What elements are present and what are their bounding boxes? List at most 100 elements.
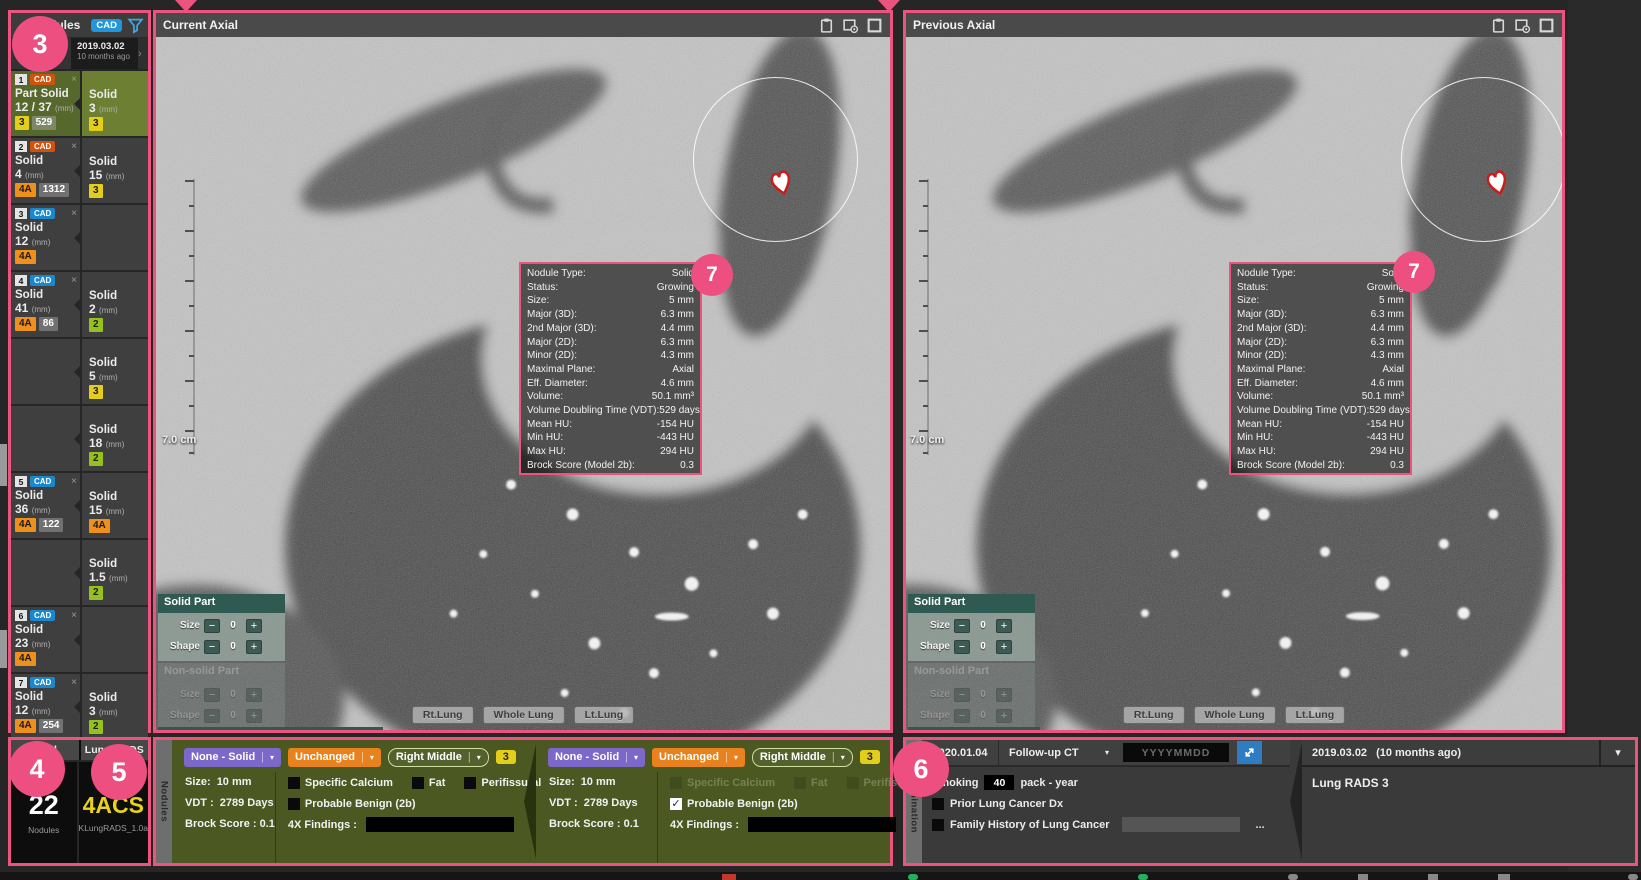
ct-image-canvas[interactable]: 7.0 cm Nodule Type:Solid Status:Growing … [906,37,1562,730]
date-input[interactable]: YYYYMMDD [1123,743,1229,762]
shape-minus-button[interactable]: − [954,640,970,654]
previous-study-date[interactable]: 2019.03.02 10 months ago [71,38,138,69]
nodule-current-cell-empty[interactable] [11,406,80,471]
close-icon[interactable]: × [71,678,77,688]
size-plus-button[interactable]: + [246,619,262,633]
nodule-current-cell-empty[interactable] [11,540,80,605]
size-plus-button[interactable]: + [996,619,1012,633]
nodule-row-9[interactable]: 6CAD× Solid 23 (mm) 4A [11,607,148,674]
probable-benign-checkbox[interactable]: ✓ [670,798,682,810]
expand-button[interactable] [1237,741,1262,764]
nodule-previous-cell[interactable]: Solid 15 (mm) 4A [82,473,148,538]
chevron-down-icon[interactable]: ▾ [1599,740,1635,765]
score-badge: 4A [15,652,36,666]
nodule-status-dropdown[interactable]: Unchanged|▾ [288,748,381,767]
specific-calcium-checkbox[interactable] [288,777,300,789]
close-icon[interactable]: × [71,477,77,487]
nodule-row-2[interactable]: 2CAD× Solid 4 (mm) 4A1312 Solid 15 (mm) … [11,138,148,205]
nodule-previous-cell[interactable]: Solid 15 (mm) 3 [82,138,148,203]
nodule-previous-cell[interactable]: Solid 1.5 (mm) 2 [82,540,148,605]
nodule-type-dropdown[interactable]: None - Solid|▾ [548,748,645,767]
previous-exam-header[interactable]: 2019.03.02 (10 months ago) ▾ [1302,740,1635,767]
nodule-current-cell[interactable]: 7CAD× Solid 12 (mm) 4A254 [11,674,80,739]
nodule-current-cell[interactable]: 4CAD× Solid 41 (mm) 4A86 [11,272,80,337]
family-history-checkbox[interactable] [932,819,944,831]
probable-benign-checkbox[interactable] [288,798,300,810]
nodule-row-6[interactable]: Solid 18 (mm) 2 [11,406,148,473]
nodule-current-cell[interactable]: 5CAD× Solid 36 (mm) 4A122 [11,473,80,538]
prior-lung-cancer-checkbox[interactable] [932,798,944,810]
capture-settings-icon[interactable] [842,17,859,34]
nodule-previous-cell[interactable]: Solid 3 (mm) 2 [82,674,148,739]
capture-settings-icon[interactable] [1514,17,1531,34]
ct-image-canvas[interactable]: 7.0 cm Nodule Type:Solid Status:Growing … [156,37,890,730]
nodule-row-4[interactable]: 4CAD× Solid 41 (mm) 4A86 Solid 2 (mm) 2 [11,272,148,339]
nodule-current-cell-empty[interactable] [11,339,80,404]
close-icon[interactable]: × [71,611,77,621]
score-badge: 4A [15,317,36,331]
nodule-row-3[interactable]: 3CAD× Solid 12 (mm) 4A [11,205,148,272]
rt-lung-button[interactable]: Rt.Lung [412,706,474,724]
family-history-input[interactable] [1122,817,1240,832]
tab-nodules[interactable]: Nodules [156,740,172,863]
nodule-marker-icon[interactable] [1484,167,1510,199]
nodule-location-dropdown[interactable]: Right Middle|▾ [752,748,853,767]
nodule-status-dropdown[interactable]: Unchanged|▾ [652,748,745,767]
chevron-right-icon[interactable]: › [138,38,148,69]
size-minus-button[interactable]: − [204,619,220,633]
nodule-current-cell[interactable]: 6CAD× Solid 23 (mm) 4A [11,607,80,672]
nodule-row-8[interactable]: Solid 1.5 (mm) 2 [11,540,148,607]
shape-minus-button[interactable]: − [204,640,220,654]
findings-input[interactable] [366,817,514,832]
rt-lung-button[interactable]: Rt.Lung [1123,706,1185,724]
nodule-row-7[interactable]: 5CAD× Solid 36 (mm) 4A122 Solid 15 (mm) … [11,473,148,540]
nodule-current-cell[interactable]: 3CAD× Solid 12 (mm) 4A [11,205,80,270]
nodule-stats: Size:10 mm VDT :2789 Days Brock Score : … [172,772,276,863]
whole-lung-button[interactable]: Whole Lung [483,706,565,724]
filter-icon[interactable] [127,17,144,34]
nodule-number: 7 [15,677,27,688]
report-copy-icon[interactable] [1490,17,1507,34]
size-minus-button: − [954,688,970,702]
remove-vessel-toggle[interactable]: Remove Vessel [908,727,1040,730]
nodule-row-5[interactable]: Solid 5 (mm) 3 [11,339,148,406]
maximize-icon[interactable] [866,17,883,34]
lt-lung-button[interactable]: Lt.Lung [1285,706,1345,724]
more-button[interactable]: ... [1256,819,1265,831]
nodule-location-dropdown[interactable]: Right Middle|▾ [388,748,489,767]
nodule-previous-cell[interactable]: Solid 18 (mm) 2 [82,406,148,471]
shape-plus-button[interactable]: + [246,640,262,654]
report-copy-icon[interactable] [818,17,835,34]
size-minus-button[interactable]: − [954,619,970,633]
pack-year-input[interactable]: 40 [984,775,1014,790]
fat-checkbox[interactable] [412,777,424,789]
nodule-previous-cell[interactable]: Solid 3 (mm) 3 [82,71,148,136]
scale-label: 7.0 cm [162,434,196,446]
nodule-marker-icon[interactable] [768,167,794,199]
lt-lung-button[interactable]: Lt.Lung [574,706,634,724]
nodule-previous-cell-empty[interactable] [82,205,148,270]
study-type-dropdown[interactable]: Follow-up CT▾ [999,747,1119,759]
close-icon[interactable]: × [71,142,77,152]
shape-plus-button[interactable]: + [996,640,1012,654]
close-icon[interactable]: × [71,276,77,286]
nodule-row-10[interactable]: 7CAD× Solid 12 (mm) 4A254 Solid 3 (mm) 2 [11,674,148,741]
nodule-current-cell[interactable]: 1CAD× Part Solid 12 / 37 (mm) 3529 [11,71,80,136]
nodule-edit-panel: Nodules None - Solid|▾ Unchanged|▾ Right… [153,737,893,866]
whole-lung-button[interactable]: Whole Lung [1194,706,1276,724]
cad-toggle[interactable]: CAD [91,19,122,32]
close-icon[interactable]: × [71,75,77,85]
remove-vessel-toggle[interactable]: Remove Vessel [158,727,383,730]
nodule-size: 3 (mm) [89,101,145,115]
findings-input[interactable] [748,817,896,832]
perifissural-checkbox[interactable] [464,777,476,789]
close-icon[interactable]: × [71,209,77,219]
nodule-row-1[interactable]: 1CAD× Part Solid 12 / 37 (mm) 3529 Solid… [11,71,148,138]
nodule-type-dropdown[interactable]: None - Solid|▾ [184,748,281,767]
nodule-previous-cell[interactable]: Solid 5 (mm) 3 [82,339,148,404]
nodule-previous-cell-empty[interactable] [82,607,148,672]
current-exam-section: 2020.01.04 Follow-up CT▾ YYYYMMDD Smokin… [922,740,1290,863]
nodule-previous-cell[interactable]: Solid 2 (mm) 2 [82,272,148,337]
nodule-current-cell[interactable]: 2CAD× Solid 4 (mm) 4A1312 [11,138,80,203]
maximize-icon[interactable] [1538,17,1555,34]
